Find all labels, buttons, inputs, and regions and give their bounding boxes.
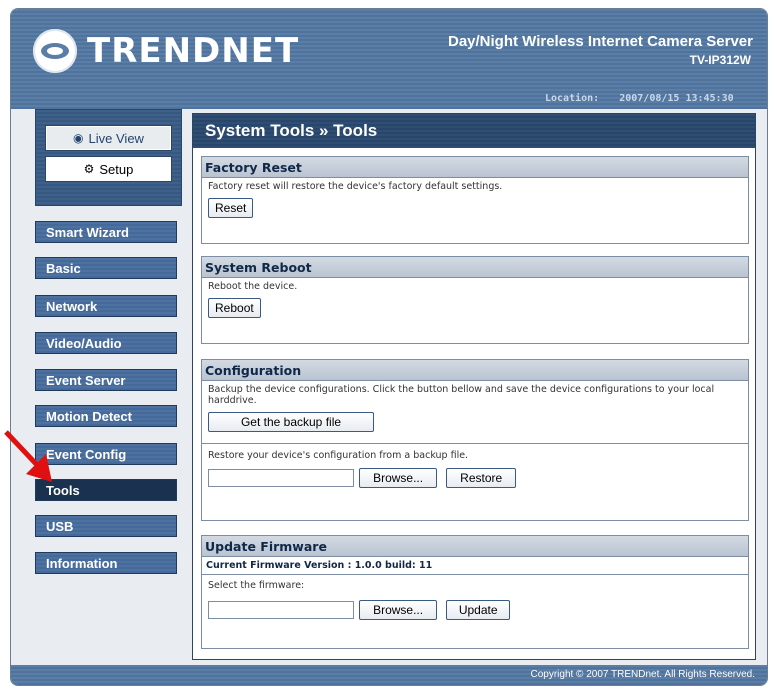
configuration-title: Configuration [202,360,748,381]
system-reboot-title: System Reboot [202,257,748,278]
update-button[interactable]: Update [446,600,511,620]
location-label: Location: [545,93,600,104]
get-backup-file-button[interactable]: Get the backup file [208,412,374,432]
product-title: Day/Night Wireless Internet Camera Serve… [448,33,753,50]
system-reboot-text: Reboot the device. [208,281,298,292]
update-firmware-title: Update Firmware [202,536,748,557]
firmware-version: Current Firmware Version : 1.0.0 build: … [202,557,748,575]
gear-icon: ⚙ [83,162,95,176]
setup-label: Setup [99,161,134,177]
arrow-shaft [4,430,40,468]
page-title: System Tools » Tools [193,114,755,148]
header-banner: TRENDNET Day/Night Wireless Internet Cam… [11,9,767,109]
sidebar-item-smart-wizard[interactable]: Smart Wizard [35,221,177,243]
firmware-file-input[interactable] [208,600,354,619]
update-firmware-section: Update Firmware Current Firmware Version… [201,535,749,649]
select-firmware-text: Select the firmware: [208,580,305,591]
main-content: System Tools » Tools Factory Reset Facto… [192,113,756,660]
setup-button[interactable]: ⚙ Setup [46,157,171,181]
view-mode-panel: ◉ Live View ⚙ Setup [35,109,182,206]
datetime-value: 2007/08/15 13:45:30 [619,93,734,104]
factory-reset-section: Factory Reset Factory reset will restore… [201,156,749,244]
sidebar-item-basic[interactable]: Basic [35,257,177,279]
sidebar-item-event-server[interactable]: Event Server [35,369,177,391]
sidebar-item-information[interactable]: Information [35,552,177,574]
config-browse-button[interactable]: Browse... [359,468,438,488]
live-view-button[interactable]: ◉ Live View [46,126,171,150]
restore-button[interactable]: Restore [446,468,517,488]
sidebar-item-network[interactable]: Network [35,295,177,317]
product-model: TV-IP312W [689,53,751,67]
restore-text: Restore your device's configuration from… [208,450,469,461]
sidebar-item-usb[interactable]: USB [35,515,177,537]
logo-text: TRENDNET [87,31,300,71]
sidebar-item-video-audio[interactable]: Video/Audio [35,332,177,354]
firmware-browse-button[interactable]: Browse... [359,600,438,620]
page-frame: TRENDNET Day/Night Wireless Internet Cam… [10,8,768,686]
factory-reset-text: Factory reset will restore the device's … [208,181,503,192]
red-pointer-arrow-icon [4,430,52,482]
system-reboot-section: System Reboot Reboot the device. Reboot [201,256,749,344]
backup-text: Backup the device configurations. Click … [208,384,715,406]
copyright-text: Copyright © 2007 TRENDnet. All Rights Re… [530,669,755,680]
location-datetime: Location: 2007/08/15 13:45:30 [545,93,734,104]
factory-reset-title: Factory Reset [202,157,748,178]
reboot-button[interactable]: Reboot [208,298,261,318]
config-file-input[interactable] [208,468,354,487]
live-view-label: Live View [88,130,144,146]
configuration-section: Configuration Backup the device configur… [201,359,749,521]
sidebar-item-motion-detect[interactable]: Motion Detect [35,405,177,427]
eye-icon: ◉ [73,131,84,145]
trendnet-logo: TRENDNET [33,29,299,73]
reset-button[interactable]: Reset [208,198,254,218]
footer-bar: Copyright © 2007 TRENDnet. All Rights Re… [11,665,767,685]
logo-eye-icon [33,29,77,73]
